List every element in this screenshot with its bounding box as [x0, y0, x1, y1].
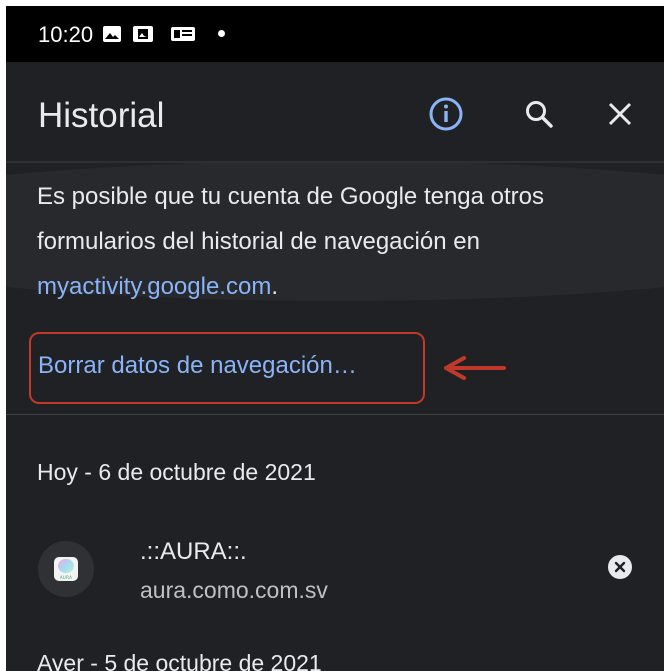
sync-info-body: Es posible que tu cuenta de Google tenga… — [37, 183, 545, 255]
app-bar: Historial — [6, 62, 664, 162]
aura-logo-icon: AURA — [54, 557, 78, 581]
remove-item-button[interactable] — [608, 555, 632, 579]
notification-dot — [218, 30, 225, 37]
status-bar: 10:20 — [6, 6, 664, 62]
arrow-icon — [444, 355, 506, 386]
date-header-yesterday: Ayer - 5 de octubre de 2021 — [37, 650, 322, 671]
site-favicon: AURA — [38, 541, 94, 597]
favicon-text: AURA — [59, 575, 73, 580]
news-icon — [170, 25, 196, 48]
page-title: Historial — [38, 96, 165, 135]
myactivity-link[interactable]: myactivity.google.com — [37, 273, 271, 300]
info-icon[interactable] — [424, 92, 468, 136]
section-divider — [6, 414, 664, 415]
sync-info-text: Es posible que tu cuenta de Google tenga… — [37, 174, 637, 309]
clear-browsing-data-button[interactable]: Borrar datos de navegación… — [38, 352, 357, 380]
header-divider — [6, 161, 664, 163]
close-icon[interactable] — [598, 92, 642, 136]
search-icon[interactable] — [517, 92, 561, 136]
favicon-ring — [58, 559, 74, 573]
history-item-title[interactable]: .::AURA::. — [140, 538, 247, 566]
sync-info-period: . — [271, 273, 278, 300]
close-icon — [614, 561, 626, 573]
date-header-today: Hoy - 6 de octubre de 2021 — [37, 459, 316, 485]
history-item-url[interactable]: aura.como.com.sv — [140, 577, 328, 604]
gallery-icon — [102, 25, 122, 48]
photos-icon — [132, 25, 154, 48]
status-time: 10:20 — [38, 22, 94, 47]
phone-screen: 10:20 Historial Es posible que tu cuenta… — [6, 6, 664, 671]
